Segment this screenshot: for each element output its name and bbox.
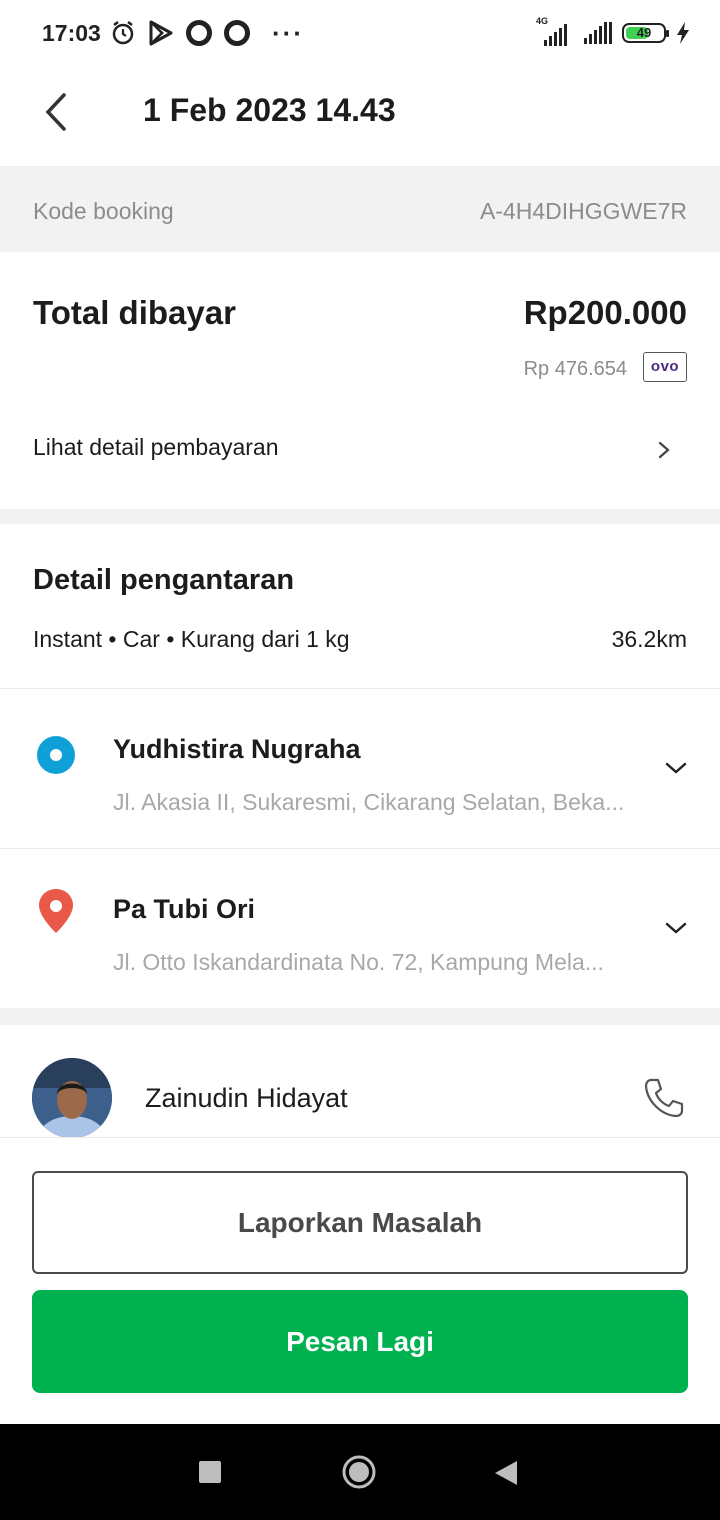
driver-row: Zainudin Hidayat	[0, 1025, 720, 1137]
payment-method-amount: Rp 476.654	[523, 358, 627, 380]
payment-detail-label: Lihat detail pembayaran	[33, 434, 279, 460]
ovo-badge: ovo	[643, 352, 687, 382]
page-title: 1 Feb 2023 14.43	[143, 92, 396, 128]
origin-address: Jl. Akasia II, Sukaresmi, Cikarang Selat…	[113, 789, 625, 815]
payment-detail-link[interactable]: Lihat detail pembayaran	[0, 422, 720, 478]
back-nav-button[interactable]	[493, 1459, 519, 1487]
destination-name: Pa Tubi Ori	[113, 894, 256, 924]
circle-icon	[224, 20, 250, 46]
delivery-distance: 36.2km	[611, 626, 687, 652]
destination-address: Jl. Otto Iskandardinata No. 72, Kampung …	[113, 949, 604, 975]
play-store-icon	[149, 20, 173, 46]
arrow-left-icon	[45, 93, 66, 131]
section-divider	[0, 509, 720, 524]
order-again-button[interactable]: Pesan Lagi	[32, 1290, 688, 1393]
phone-icon[interactable]	[641, 1075, 687, 1121]
origin-stop[interactable]: Yudhistira Nugraha Jl. Akasia II, Sukare…	[0, 689, 720, 849]
battery-icon: 49	[622, 23, 669, 43]
origin-name: Yudhistira Nugraha	[113, 734, 361, 764]
home-button[interactable]	[341, 1454, 377, 1490]
origin-dot-icon	[37, 736, 75, 774]
booking-code-row: Kode booking A-4H4DIHGGWE7R	[0, 168, 720, 252]
signal-icon	[584, 22, 612, 44]
location-pin-icon	[39, 889, 73, 933]
booking-code-label: Kode booking	[33, 198, 174, 224]
driver-avatar	[32, 1058, 112, 1137]
status-bar: 17:03 ··· 4G 49	[0, 0, 720, 70]
delivery-details-section: Detail pengantaran Instant • Car • Kuran…	[0, 524, 720, 1008]
app-header: 1 Feb 2023 14.43	[0, 70, 720, 166]
chevron-down-icon[interactable]	[664, 760, 688, 776]
driver-name: Zainudin Hidayat	[145, 1083, 348, 1113]
total-paid-value: Rp200.000	[523, 294, 687, 331]
back-button[interactable]	[36, 90, 76, 134]
report-problem-button[interactable]: Laporkan Masalah	[32, 1171, 688, 1274]
delivery-service-info: Instant • Car • Kurang dari 1 kg	[33, 626, 350, 652]
payment-section: Total dibayar Rp200.000 Rp 476.654 ovo L…	[0, 252, 720, 509]
charging-icon	[677, 22, 689, 44]
destination-stop[interactable]: Pa Tubi Ori Jl. Otto Iskandardinata No. …	[0, 849, 720, 1009]
chevron-down-icon[interactable]	[664, 920, 688, 936]
bottom-action-panel: Laporkan Masalah Pesan Lagi	[0, 1137, 720, 1425]
signal-icon: 4G	[536, 16, 574, 46]
total-paid-label: Total dibayar	[33, 294, 236, 331]
booking-code-value[interactable]: A-4H4DIHGGWE7R	[480, 198, 687, 225]
status-time: 17:03	[42, 20, 101, 46]
chevron-right-icon	[658, 441, 670, 459]
delivery-details-title: Detail pengantaran	[33, 564, 295, 596]
recents-button[interactable]	[199, 1461, 221, 1483]
more-icon: ···	[272, 18, 304, 48]
system-navigation-bar	[0, 1424, 720, 1520]
alarm-icon	[112, 21, 134, 45]
status-notification-icons: ···	[110, 20, 304, 46]
battery-level: 49	[636, 25, 652, 40]
circle-icon	[186, 20, 212, 46]
status-system-icons: 4G 49	[536, 16, 690, 46]
section-divider	[0, 1008, 720, 1025]
